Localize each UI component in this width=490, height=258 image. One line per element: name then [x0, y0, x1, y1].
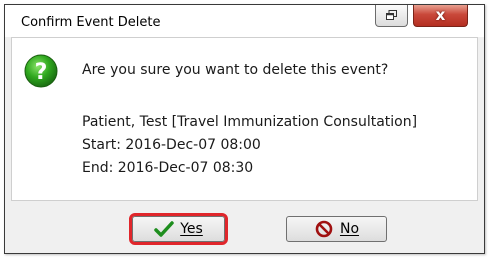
confirm-dialog: Confirm Event Delete x ? Are you sure yo…	[4, 4, 485, 254]
event-title: Patient, Test [Travel Immunization Consu…	[82, 114, 418, 130]
no-button[interactable]: No	[286, 216, 387, 242]
prohibited-icon	[315, 220, 333, 238]
message-panel: ? Are you sure you want to delete this e…	[11, 37, 478, 201]
close-button[interactable]: x	[413, 5, 468, 27]
event-end: End: 2016-Dec-07 08:30	[82, 160, 254, 176]
dialog-title: Confirm Event Delete	[21, 15, 161, 30]
screen: Confirm Event Delete x ? Are you sure yo…	[0, 0, 490, 258]
close-icon: x	[435, 6, 446, 24]
restore-button[interactable]	[375, 5, 408, 27]
event-start: Start: 2016-Dec-07 08:00	[82, 137, 261, 153]
no-button-label: No	[339, 221, 360, 237]
checkmark-icon	[154, 221, 174, 237]
yes-button[interactable]: Yes	[129, 213, 228, 245]
confirm-question: Are you sure you want to delete this eve…	[82, 62, 389, 78]
title-bar[interactable]: Confirm Event Delete x	[5, 5, 484, 37]
svg-text:?: ?	[35, 60, 48, 85]
question-icon: ?	[24, 54, 58, 88]
button-bar: Yes No	[11, 201, 478, 249]
yes-button-label: Yes	[180, 221, 203, 237]
restore-icon	[386, 10, 397, 20]
